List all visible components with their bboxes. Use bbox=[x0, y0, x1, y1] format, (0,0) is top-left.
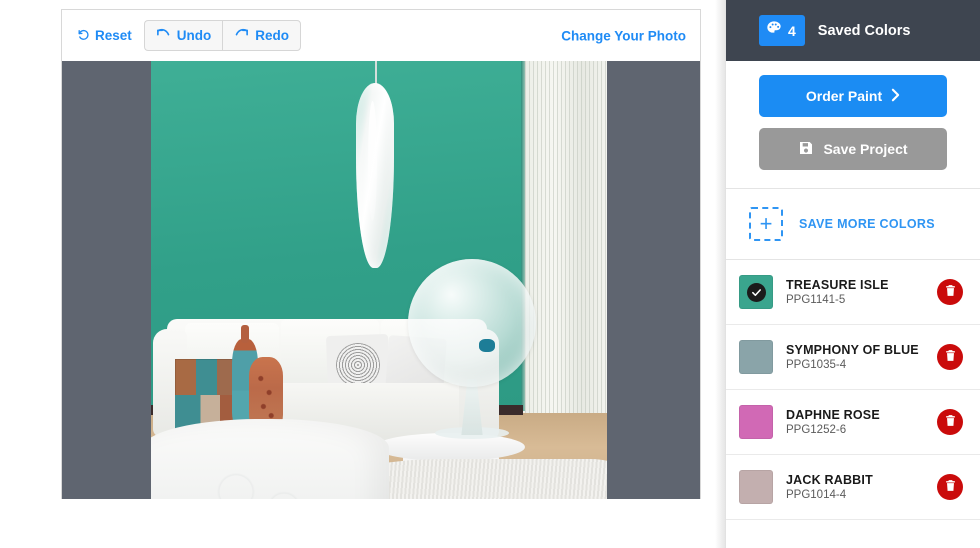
photo-canvas[interactable] bbox=[62, 61, 700, 499]
color-info: SYMPHONY OF BLUE PPG1035-4 bbox=[773, 343, 937, 371]
trash-icon bbox=[944, 479, 957, 495]
globe-blue-accent bbox=[479, 339, 495, 352]
page-scrollbar[interactable] bbox=[715, 0, 725, 548]
sidebar-title: Saved Colors bbox=[817, 22, 911, 39]
delete-color-button[interactable] bbox=[937, 344, 963, 370]
redo-button[interactable]: Redo bbox=[222, 20, 302, 51]
drape-pattern bbox=[191, 459, 341, 499]
order-paint-button[interactable]: Order Paint bbox=[759, 75, 947, 117]
saved-colors-list: TREASURE ISLE PPG1141-5 SYMPHONY OF BLUE… bbox=[726, 260, 980, 520]
color-name: SYMPHONY OF BLUE bbox=[786, 343, 919, 357]
sidebar-header: 4 Saved Colors bbox=[726, 0, 980, 61]
color-info: JACK RABBIT PPG1014-4 bbox=[773, 473, 937, 501]
trash-icon bbox=[944, 349, 957, 365]
rotate-ccw-icon bbox=[77, 28, 90, 44]
toolbar-left-group: Reset Undo Redo bbox=[62, 20, 302, 51]
saved-colors-count: 4 bbox=[788, 22, 796, 39]
photo-editor-panel: Reset Undo Redo Change Your Photo bbox=[61, 9, 701, 499]
window-blinds bbox=[525, 61, 607, 416]
color-name: DAPHNE ROSE bbox=[786, 408, 880, 422]
floppy-disk-icon bbox=[798, 140, 814, 159]
undo-redo-group: Undo Redo bbox=[143, 20, 302, 51]
saved-color-row[interactable]: JACK RABBIT PPG1014-4 bbox=[726, 455, 980, 520]
undo-arrow-icon bbox=[156, 28, 171, 43]
save-project-button[interactable]: Save Project bbox=[759, 128, 947, 170]
color-swatch[interactable] bbox=[739, 405, 773, 439]
editor-toolbar: Reset Undo Redo Change Your Photo bbox=[62, 10, 700, 61]
color-code: PPG1035-4 bbox=[786, 359, 847, 371]
saved-color-row[interactable]: TREASURE ISLE PPG1141-5 bbox=[726, 260, 980, 325]
saved-color-row[interactable]: SYMPHONY OF BLUE PPG1035-4 bbox=[726, 325, 980, 390]
color-code: PPG1014-4 bbox=[786, 489, 847, 501]
delete-color-button[interactable] bbox=[937, 474, 963, 500]
glass-globe-vase bbox=[408, 259, 536, 387]
order-paint-label: Order Paint bbox=[805, 88, 883, 104]
color-swatch[interactable] bbox=[739, 275, 773, 309]
reset-button[interactable]: Reset bbox=[71, 22, 142, 50]
color-name: TREASURE ISLE bbox=[786, 278, 889, 292]
color-info: DAPHNE ROSE PPG1252-6 bbox=[773, 408, 937, 436]
save-more-colors-label: SAVE MORE COLORS bbox=[799, 217, 935, 231]
undo-label: Undo bbox=[176, 28, 212, 43]
color-code: PPG1141-5 bbox=[786, 294, 846, 306]
redo-label: Redo bbox=[255, 28, 290, 43]
saved-colors-sidebar: 4 Saved Colors Order Paint Save Project … bbox=[725, 0, 980, 548]
redo-arrow-icon bbox=[234, 28, 249, 43]
palette-icon bbox=[766, 20, 782, 41]
color-swatch[interactable] bbox=[739, 340, 773, 374]
trash-icon bbox=[944, 284, 957, 300]
color-name: JACK RABBIT bbox=[786, 473, 873, 487]
change-photo-link[interactable]: Change Your Photo bbox=[561, 28, 686, 43]
save-project-label: Save Project bbox=[823, 141, 908, 157]
selected-check-icon bbox=[746, 282, 766, 302]
saved-colors-count-badge[interactable]: 4 bbox=[759, 15, 805, 46]
reset-label: Reset bbox=[95, 28, 132, 43]
color-swatch[interactable] bbox=[739, 470, 773, 504]
letterbox-right bbox=[607, 61, 700, 499]
paint-visualizer-app: Reset Undo Redo Change Your Photo 4 Save… bbox=[0, 0, 980, 548]
delete-color-button[interactable] bbox=[937, 279, 963, 305]
color-code: PPG1252-6 bbox=[786, 424, 847, 436]
undo-button[interactable]: Undo bbox=[143, 20, 223, 51]
plus-icon: + bbox=[749, 207, 783, 241]
room-photo[interactable] bbox=[151, 61, 607, 499]
saved-color-row[interactable]: DAPHNE ROSE PPG1252-6 bbox=[726, 390, 980, 455]
delete-color-button[interactable] bbox=[937, 409, 963, 435]
color-info: TREASURE ISLE PPG1141-5 bbox=[773, 278, 937, 306]
save-more-colors-button[interactable]: + SAVE MORE COLORS bbox=[726, 189, 980, 259]
sidebar-actions: Order Paint Save Project bbox=[726, 61, 980, 188]
trash-icon bbox=[944, 414, 957, 430]
chevron-right-icon bbox=[891, 88, 900, 105]
